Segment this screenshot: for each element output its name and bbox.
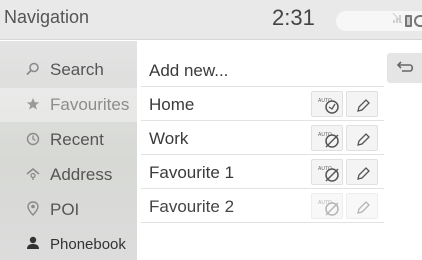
- pencil-icon: [357, 133, 370, 146]
- pencil-icon: [357, 201, 370, 214]
- clock-icon: [26, 132, 40, 149]
- sidebar-item-recent[interactable]: Recent: [0, 123, 137, 157]
- favourite-row-work[interactable]: Work AUTO: [141, 121, 384, 155]
- address-icon: [26, 167, 40, 184]
- sidebar-item-label: Search: [50, 60, 104, 79]
- auto-destination-button[interactable]: AUTO: [311, 159, 343, 185]
- auto-destination-button[interactable]: AUTO: [311, 91, 343, 117]
- person-icon: [26, 236, 40, 253]
- sidebar-item-poi[interactable]: POI: [0, 193, 137, 227]
- poi-pin-icon: [26, 200, 40, 220]
- back-arrow-icon: [396, 61, 414, 72]
- header-bar: Navigation 2:31: [0, 0, 422, 40]
- sidebar-item-phonebook[interactable]: Phonebook: [0, 227, 137, 260]
- auto-off-icon: AUTO: [318, 132, 339, 148]
- auto-icon: AUTO: [318, 98, 339, 114]
- sidebar-item-label: POI: [50, 200, 80, 219]
- search-icon: [26, 62, 40, 79]
- add-new-label: Add new...: [149, 61, 229, 80]
- edit-button[interactable]: [346, 125, 378, 151]
- favourite-label: Work: [149, 129, 189, 148]
- favourite-row-favourite-2[interactable]: Favourite 2 AUTO: [141, 189, 384, 223]
- edit-button: [346, 193, 378, 219]
- sidebar-item-label: Phonebook: [50, 235, 126, 253]
- add-new-row[interactable]: Add new...: [141, 53, 384, 87]
- bluetooth-icon: [414, 15, 422, 27]
- sidebar-item-favourites[interactable]: Favourites: [0, 88, 137, 122]
- favourite-label: Favourite 1: [149, 163, 235, 182]
- edit-button[interactable]: [346, 91, 378, 117]
- favourite-label: Favourite 2: [149, 197, 235, 216]
- signal-icon: [392, 12, 404, 28]
- sidebar-item-address[interactable]: Address: [0, 158, 137, 192]
- sidebar-item-label: Favourites: [50, 95, 130, 114]
- auto-destination-button: AUTO: [311, 193, 343, 219]
- pencil-icon: [357, 167, 370, 180]
- battery-icon: [405, 15, 412, 27]
- auto-off-icon: AUTO: [318, 166, 339, 182]
- clock: 2:31: [272, 5, 315, 30]
- auto-destination-button[interactable]: AUTO: [311, 125, 343, 151]
- back-button[interactable]: [387, 53, 422, 83]
- favourite-row-home[interactable]: Home AUTO: [141, 87, 384, 121]
- pencil-icon: [357, 99, 370, 112]
- favourite-label: Home: [149, 95, 195, 114]
- sidebar: Search Favourites Recent Address POI Pho…: [0, 41, 137, 260]
- page-title: Navigation: [4, 7, 90, 27]
- favourite-row-favourite-1[interactable]: Favourite 1 AUTO: [141, 155, 384, 189]
- sidebar-item-label: Address: [50, 165, 113, 184]
- star-icon: [26, 97, 40, 114]
- navigation-screen: Navigation 2:31 Search Favourites Recent…: [0, 0, 422, 260]
- auto-off-icon: AUTO: [318, 200, 339, 216]
- sidebar-item-search[interactable]: Search: [0, 53, 137, 87]
- sidebar-item-label: Recent: [50, 130, 104, 149]
- edit-button[interactable]: [346, 159, 378, 185]
